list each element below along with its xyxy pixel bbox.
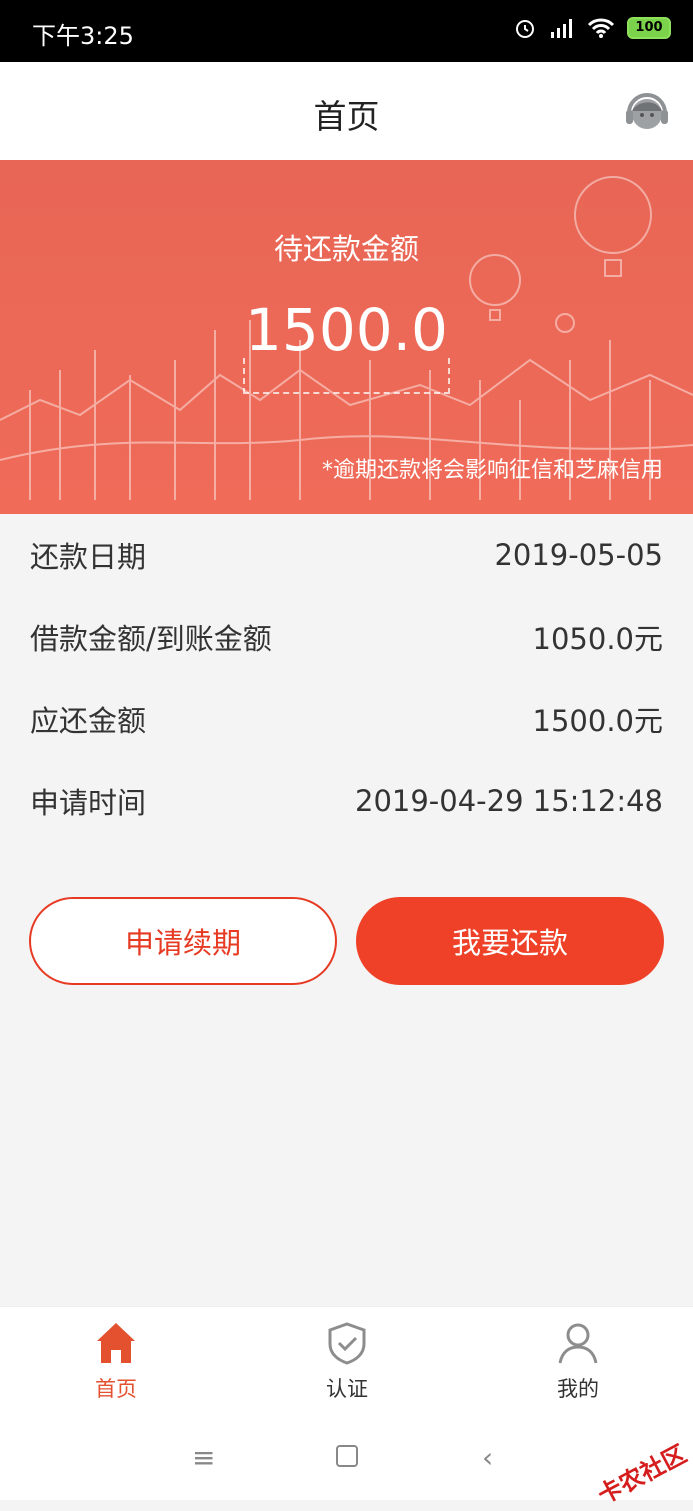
status-icons: 100 xyxy=(513,16,671,40)
detail-value: 2019-04-29 15:12:48 xyxy=(355,784,663,818)
detail-row-repayment-date: 还款日期 2019-05-05 xyxy=(0,514,693,596)
overdue-warning-note: *逾期还款将会影响征信和芝麻信用 xyxy=(321,458,663,483)
status-time: 下午3:25 xyxy=(32,22,134,50)
tab-verification[interactable]: 认证 xyxy=(287,1321,407,1403)
customer-service-icon[interactable] xyxy=(621,86,673,138)
tab-verification-label: 认证 xyxy=(326,1377,368,1401)
amount-highlight-frame xyxy=(243,358,450,394)
tab-profile-label: 我的 xyxy=(557,1377,599,1401)
shield-check-icon xyxy=(328,1322,366,1365)
repay-button[interactable]: 我要还款 xyxy=(356,897,664,985)
system-navigation-bar: ≡ ‹ 卡农社区 xyxy=(0,1416,693,1510)
menu-icon[interactable]: ≡ xyxy=(192,1441,215,1474)
home-icon xyxy=(97,1323,135,1363)
detail-label: 应还金额 xyxy=(30,704,147,738)
status-bar: 下午3:25 100 xyxy=(0,0,693,62)
home-square-icon[interactable] xyxy=(335,1444,359,1468)
watermark-logo: 卡农社区 xyxy=(593,1439,692,1510)
detail-label: 还款日期 xyxy=(30,540,147,574)
bottom-tab-bar: 首页 认证 我的 xyxy=(0,1306,693,1416)
top-navigation: 首页 xyxy=(0,62,693,160)
detail-row-loan-amount: 借款金额/到账金额 1050.0元 xyxy=(0,596,693,678)
detail-label: 借款金额/到账金额 xyxy=(30,622,272,656)
detail-value: 1050.0元 xyxy=(532,622,663,656)
tab-home-label: 首页 xyxy=(95,1377,137,1401)
detail-value: 2019-05-05 xyxy=(494,538,663,572)
alarm-icon xyxy=(516,20,534,38)
detail-row-application-time: 申请时间 2019-04-29 15:12:48 xyxy=(0,760,693,842)
action-buttons: 申请续期 我要还款 xyxy=(29,897,664,985)
tab-profile[interactable]: 我的 xyxy=(518,1321,638,1403)
back-icon[interactable]: ‹ xyxy=(482,1441,493,1474)
tab-home[interactable]: 首页 xyxy=(56,1321,176,1403)
repayment-summary-banner: 待还款金额 1500.0 *逾期还款将会影响征信和芝麻信用 xyxy=(0,160,693,514)
detail-row-due-amount: 应还金额 1500.0元 xyxy=(0,678,693,760)
detail-label: 申请时间 xyxy=(30,786,147,820)
user-icon xyxy=(558,1323,598,1364)
battery-indicator: 100 xyxy=(627,17,671,39)
pending-repayment-label: 待还款金额 xyxy=(273,232,419,266)
signal-icon xyxy=(551,19,572,38)
page-title: 首页 xyxy=(313,97,380,136)
apply-renewal-button[interactable]: 申请续期 xyxy=(29,897,337,985)
wifi-icon xyxy=(587,18,615,38)
detail-value: 1500.0元 xyxy=(532,704,663,738)
loan-details: 还款日期 2019-05-05 借款金额/到账金额 1050.0元 应还金额 1500… xyxy=(0,514,693,842)
pending-repayment-amount: 1500.0 xyxy=(245,296,448,364)
